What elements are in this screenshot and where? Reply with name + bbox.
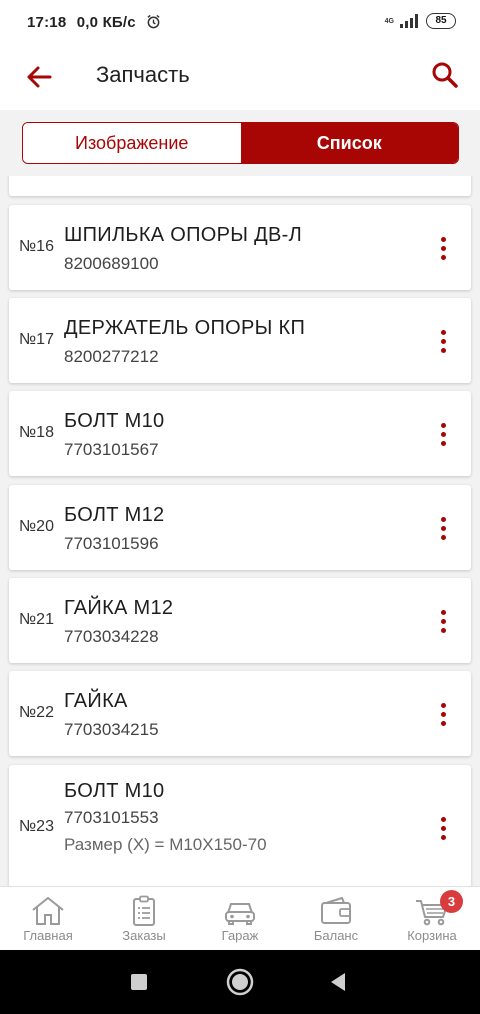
nav-home[interactable]: Главная xyxy=(0,887,96,951)
part-number: №23 xyxy=(19,818,54,835)
status-bar: 17:18 0,0 КБ/с 4G 85 xyxy=(0,0,480,46)
part-number: №21 xyxy=(19,611,54,628)
more-icon[interactable] xyxy=(437,610,449,636)
alarm-icon xyxy=(147,14,160,29)
more-icon[interactable] xyxy=(437,517,449,543)
page-title: Запчасть xyxy=(96,62,190,87)
list-item-partial[interactable] xyxy=(9,176,471,196)
part-name: БОЛТ М12 xyxy=(64,504,165,526)
part-number: №18 xyxy=(19,424,54,441)
recent-apps-icon[interactable] xyxy=(130,973,148,991)
nav-label: Корзина xyxy=(407,928,457,943)
tab-list[interactable]: Список xyxy=(240,123,458,163)
more-icon[interactable] xyxy=(437,330,449,356)
list-item[interactable]: №18 БОЛТ М10 7703101567 xyxy=(9,391,471,476)
back-button-icon[interactable] xyxy=(329,972,347,992)
part-code: 7703034228 xyxy=(64,627,159,646)
more-icon[interactable] xyxy=(437,423,449,449)
orders-icon xyxy=(133,895,155,926)
app-bar: Запчасть xyxy=(0,46,480,110)
nav-label: Заказы xyxy=(122,928,166,943)
part-code: 7703101553 xyxy=(64,808,159,827)
more-icon[interactable] xyxy=(437,703,449,729)
part-number: №16 xyxy=(19,238,54,255)
part-code: 8200689100 xyxy=(64,254,159,273)
list-item[interactable]: №21 ГАЙКА М12 7703034228 xyxy=(9,578,471,663)
more-icon[interactable] xyxy=(437,237,449,263)
part-name: ГАЙКА М12 xyxy=(64,597,174,619)
view-toggle: Изображение Список xyxy=(22,122,459,164)
list-item[interactable]: №23 БОЛТ М10 7703101553 Размер (X) = M10… xyxy=(9,765,471,886)
list-item[interactable]: №17 ДЕРЖАТЕЛЬ ОПОРЫ КП 8200277212 xyxy=(9,298,471,383)
part-code: 7703101596 xyxy=(64,534,159,553)
system-nav-bar xyxy=(0,950,480,1014)
part-code: 7703034215 xyxy=(64,720,159,739)
part-size: Размер (X) = M10X150-70 xyxy=(64,835,267,854)
nav-label: Баланс xyxy=(313,928,359,943)
battery-indicator: 85 xyxy=(426,13,456,29)
car-icon xyxy=(225,903,255,925)
back-arrow-icon[interactable] xyxy=(24,62,54,92)
list-item[interactable]: №22 ГАЙКА 7703034215 xyxy=(9,671,471,756)
more-icon[interactable] xyxy=(437,817,449,843)
network-label: 4G xyxy=(384,17,394,25)
search-icon[interactable] xyxy=(430,60,460,90)
list-item[interactable]: №16 ШПИЛЬКА ОПОРЫ ДВ-Л 8200689100 xyxy=(9,205,471,290)
home-button-icon[interactable] xyxy=(226,968,254,996)
part-number: №22 xyxy=(19,704,54,721)
nav-orders[interactable]: Заказы xyxy=(96,887,192,951)
part-name: ШПИЛЬКА ОПОРЫ ДВ-Л xyxy=(64,224,303,246)
cart-badge: 3 xyxy=(440,890,463,913)
nav-balance[interactable]: Баланс xyxy=(288,887,384,951)
tab-image[interactable]: Изображение xyxy=(23,123,241,163)
part-code: 8200277212 xyxy=(64,347,159,366)
part-number: №17 xyxy=(19,331,54,348)
parts-list: №16 ШПИЛЬКА ОПОРЫ ДВ-Л 8200689100 №17 ДЕ… xyxy=(0,176,480,886)
list-item[interactable]: №20 БОЛТ М12 7703101596 xyxy=(9,485,471,570)
nav-label: Гараж xyxy=(221,928,259,943)
bottom-navigation: Главная Заказы Гараж Баланс Корзина 3 xyxy=(0,886,480,951)
signal-icon xyxy=(400,14,418,28)
part-name: БОЛТ М10 xyxy=(64,780,165,802)
home-icon xyxy=(32,896,64,925)
nav-cart[interactable]: Корзина 3 xyxy=(384,887,480,951)
nav-label: Главная xyxy=(23,928,73,943)
status-time: 17:18 xyxy=(27,14,67,31)
status-speed: 0,0 КБ/с xyxy=(76,14,136,31)
part-number: №20 xyxy=(19,518,54,535)
part-name: БОЛТ М10 xyxy=(64,410,165,432)
part-name: ДЕРЖАТЕЛЬ ОПОРЫ КП xyxy=(64,317,306,339)
nav-garage[interactable]: Гараж xyxy=(192,887,288,951)
part-code: 7703101567 xyxy=(64,440,159,459)
part-name: ГАЙКА xyxy=(64,690,128,712)
wallet-icon xyxy=(321,896,351,924)
